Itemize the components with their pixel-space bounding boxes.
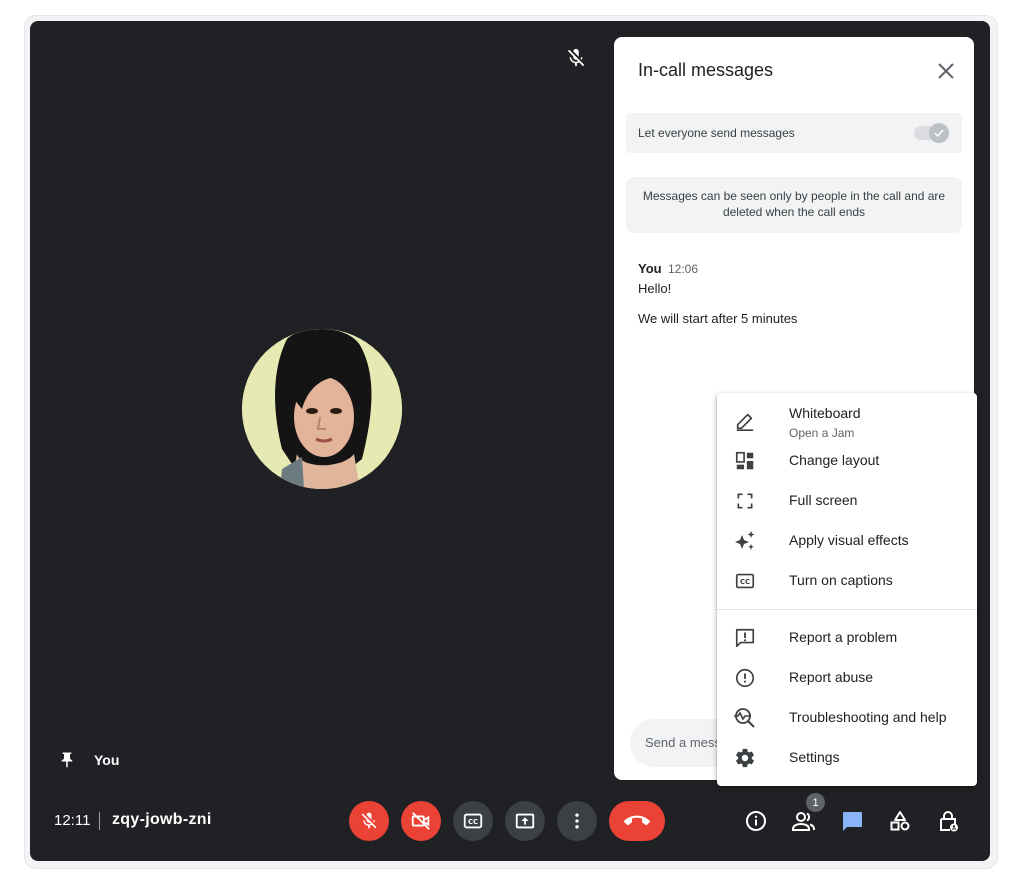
chat-button[interactable]: [839, 808, 865, 834]
captions-icon: CC: [733, 569, 757, 593]
leave-call-button[interactable]: [609, 801, 665, 841]
menu-item-label: Whiteboard: [789, 405, 861, 421]
menu-item-report-problem[interactable]: Report a problem: [717, 618, 977, 658]
menu-item-label: Report a problem: [789, 629, 898, 645]
closed-captions-icon: CC: [462, 810, 484, 832]
close-panel-button[interactable]: [934, 59, 958, 83]
more-vertical-icon: [567, 811, 587, 831]
menu-item-change-layout[interactable]: Change layout: [717, 441, 977, 481]
meeting-details-button[interactable]: [743, 808, 769, 834]
menu-item-troubleshooting[interactable]: Troubleshooting and help: [717, 698, 977, 738]
svg-text:CC: CC: [740, 578, 750, 586]
report-icon: [733, 666, 757, 690]
meeting-code: zqy-jowb-zni: [112, 811, 212, 828]
toggle-label: Let everyone send messages: [638, 126, 795, 140]
captions-button[interactable]: CC: [453, 801, 493, 841]
menu-item-label: Report abuse: [789, 669, 874, 685]
present-screen-icon: [514, 810, 536, 832]
divider: [99, 812, 100, 830]
people-icon: [791, 809, 817, 833]
menu-item-label: Turn on captions: [789, 572, 893, 588]
close-icon: [934, 59, 958, 83]
message-text: We will start after 5 minutes: [638, 311, 798, 326]
troubleshoot-icon: [733, 706, 757, 730]
message-text: Hello!: [638, 281, 672, 296]
menu-item-captions[interactable]: CC Turn on captions: [717, 561, 977, 601]
toggle-knob[interactable]: [929, 123, 949, 143]
menu-item-label: Settings: [789, 749, 840, 765]
chat-privacy-notice: Messages can be seen only by people in t…: [626, 177, 962, 233]
pencil-icon: [733, 409, 757, 433]
menu-divider: [717, 609, 977, 610]
call-clock: 12:11: [54, 812, 91, 829]
feedback-icon: [733, 626, 757, 650]
menu-item-label: Apply visual effects: [789, 532, 909, 548]
info-icon: [744, 809, 768, 833]
chat-panel-title: In-call messages: [638, 60, 774, 80]
gear-icon: [733, 746, 757, 770]
self-name-label: You: [94, 752, 120, 768]
more-options-menu: Whiteboard Open a Jam Change layout Full…: [717, 393, 977, 786]
menu-item-visual-effects[interactable]: Apply visual effects: [717, 521, 977, 561]
menu-item-report-abuse[interactable]: Report abuse: [717, 658, 977, 698]
sparkle-icon: [733, 529, 757, 553]
message-timestamp: 12:06: [668, 262, 699, 276]
menu-item-full-screen[interactable]: Full screen: [717, 481, 977, 521]
message-sender: You: [638, 261, 662, 276]
host-controls-button[interactable]: [935, 808, 961, 834]
fullscreen-icon: [733, 489, 757, 513]
menu-item-label: Change layout: [789, 452, 880, 468]
activities-button[interactable]: [887, 808, 913, 834]
chat-icon: [840, 809, 864, 833]
videocam-off-icon: [410, 810, 432, 832]
menu-item-label: Troubleshooting and help: [789, 709, 947, 725]
host-controls-icon: [936, 809, 960, 833]
participant-avatar: [242, 329, 402, 489]
camera-toggle-button[interactable]: [401, 801, 441, 841]
more-options-button[interactable]: [557, 801, 597, 841]
call-end-icon: [624, 808, 650, 834]
menu-item-sublabel: Open a Jam: [789, 426, 855, 440]
present-button[interactable]: [505, 801, 545, 841]
menu-item-label: Full screen: [789, 492, 858, 508]
mic-off-icon: [565, 47, 587, 69]
participant-count-badge: 1: [806, 793, 825, 812]
menu-item-whiteboard[interactable]: Whiteboard Open a Jam: [717, 401, 977, 441]
svg-text:CC: CC: [468, 818, 478, 826]
pin-icon[interactable]: [58, 750, 76, 770]
check-icon: [932, 126, 946, 140]
mic-toggle-button[interactable]: [349, 801, 389, 841]
menu-item-settings[interactable]: Settings: [717, 738, 977, 778]
mic-off-icon: [359, 811, 379, 831]
activities-icon: [888, 809, 912, 833]
message-permission-row: Let everyone send messages: [626, 113, 962, 153]
layout-icon: [733, 449, 757, 473]
